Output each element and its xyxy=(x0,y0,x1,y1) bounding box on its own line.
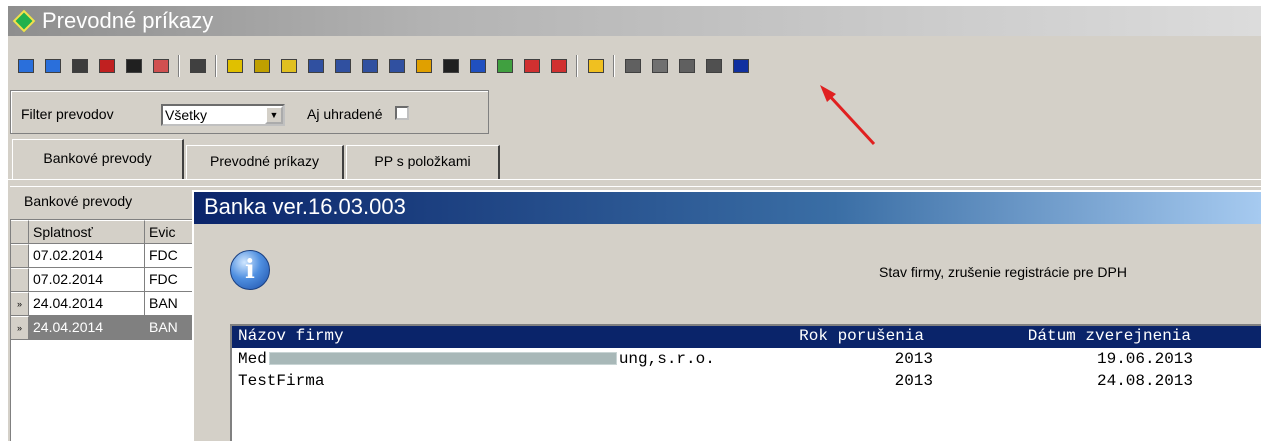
next-icon[interactable] xyxy=(360,56,380,76)
header-violation-year: Rok porušenia xyxy=(799,327,924,345)
transfers-grid: Splatnosť Evic 07.02.2014 FDC 07.02.2014 FD… xyxy=(10,220,201,441)
export-icon[interactable] xyxy=(468,56,488,76)
publish-date: 24.08.2013 xyxy=(1096,372,1193,390)
toolbar-separator xyxy=(178,55,180,77)
eu-icon[interactable] xyxy=(731,56,751,76)
tab-divider xyxy=(8,179,1261,180)
import-icon[interactable] xyxy=(522,56,542,76)
dropdown-arrow-icon[interactable]: ▼ xyxy=(265,106,283,124)
window-titlebar[interactable]: Prevodné príkazy xyxy=(8,6,1261,36)
grid-header-due-date[interactable]: Splatnosť xyxy=(29,220,145,244)
calc2-icon[interactable] xyxy=(623,56,643,76)
window-icon[interactable] xyxy=(43,56,63,76)
filter-label: Filter prevodov xyxy=(21,106,114,122)
grid-cell-due-date[interactable]: 24.04.2014 xyxy=(29,316,145,340)
row-indicator xyxy=(11,268,29,292)
grid-cell-due-date[interactable]: 24.04.2014 xyxy=(29,292,145,316)
table-header: Názov firmy Rok porušenia Dátum zverejne… xyxy=(232,326,1261,348)
copy-icon[interactable] xyxy=(414,56,434,76)
app-logo-icon xyxy=(12,9,36,33)
info-dialog: Banka ver.16.03.003 i Stav firmy, zrušen… xyxy=(192,190,1261,441)
toolbar xyxy=(8,36,1261,88)
violation-year: 2013 xyxy=(894,372,933,390)
filter-select-value: Všetky xyxy=(165,107,208,123)
paid-label: Aj uhradené xyxy=(307,106,383,122)
filter-panel: Filter prevodov Všetky ▼ Aj uhradené xyxy=(10,90,489,134)
filter-icon[interactable] xyxy=(225,56,245,76)
grid-icon[interactable] xyxy=(97,56,117,76)
tab-orders-with-items[interactable]: PP s položkami xyxy=(346,145,500,179)
flag-icon[interactable] xyxy=(549,56,569,76)
grid-cell-due-date[interactable]: 07.02.2014 xyxy=(29,244,145,268)
company-name: Med ung,s.r.o. xyxy=(238,350,715,368)
print-icon[interactable] xyxy=(188,56,208,76)
book-icon[interactable] xyxy=(650,56,670,76)
filter-select[interactable]: Všetky ▼ xyxy=(161,104,285,126)
dialog-title[interactable]: Banka ver.16.03.003 xyxy=(194,192,1261,224)
table-row[interactable]: Med ung,s.r.o. 2013 19.06.2013 xyxy=(232,348,1261,370)
paid-checkbox[interactable] xyxy=(395,106,409,120)
redaction-bar xyxy=(268,352,617,366)
row-indicator: » xyxy=(11,292,29,316)
toolbar-separator xyxy=(576,55,578,77)
row-indicator: » xyxy=(11,316,29,340)
violation-year: 2013 xyxy=(894,350,933,368)
window-title: Prevodné príkazy xyxy=(42,8,214,33)
prev-icon[interactable] xyxy=(333,56,353,76)
find-icon[interactable] xyxy=(279,56,299,76)
info-icon: i xyxy=(230,250,270,290)
clear-filter-icon[interactable] xyxy=(252,56,272,76)
tab-bank-transfers[interactable]: Bankové prevody xyxy=(12,139,184,179)
bin-icon[interactable] xyxy=(124,56,144,76)
row-indicator xyxy=(11,244,29,268)
grid-cell-due-date[interactable]: 07.02.2014 xyxy=(29,268,145,292)
save-icon[interactable] xyxy=(16,56,36,76)
sum-icon[interactable] xyxy=(441,56,461,76)
publish-date: 19.06.2013 xyxy=(1096,350,1193,368)
bank-check-icon[interactable] xyxy=(586,56,606,76)
first-icon[interactable] xyxy=(306,56,326,76)
calculator-icon[interactable] xyxy=(70,56,90,76)
toolbar-separator xyxy=(613,55,615,77)
grid-corner xyxy=(11,220,29,244)
tab-transfer-orders[interactable]: Prevodné príkazy xyxy=(186,145,344,179)
header-publish-date: Dátum zverejnenia xyxy=(1027,327,1191,345)
last-icon[interactable] xyxy=(387,56,407,76)
form-icon[interactable] xyxy=(677,56,697,76)
edit-icon[interactable] xyxy=(151,56,171,76)
company-status-table: Názov firmy Rok porušenia Dátum zverejne… xyxy=(230,324,1261,441)
toolbar-separator xyxy=(215,55,217,77)
dialog-message: Stav firmy, zrušenie registrácie pre DPH xyxy=(879,264,1127,280)
tools-icon[interactable] xyxy=(704,56,724,76)
header-company-name: Názov firmy xyxy=(238,327,344,345)
company-name: TestFirma xyxy=(238,372,325,390)
report-icon[interactable] xyxy=(495,56,515,76)
table-row[interactable]: TestFirma 2013 24.08.2013 xyxy=(232,370,1261,392)
